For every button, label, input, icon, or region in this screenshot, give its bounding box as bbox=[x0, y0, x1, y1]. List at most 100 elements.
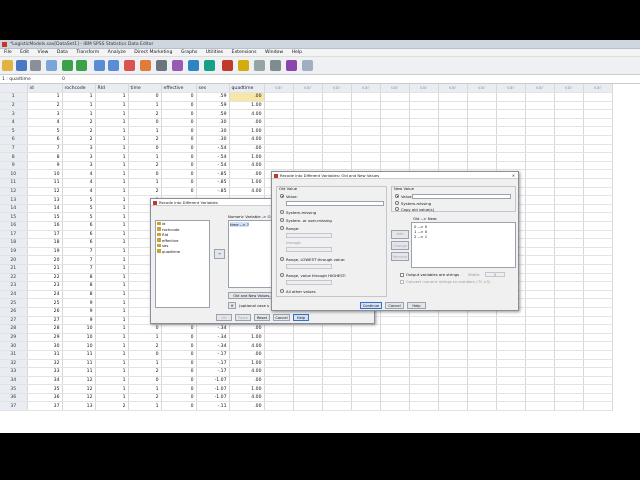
show-all-variables-icon[interactable] bbox=[286, 60, 297, 71]
data-cell[interactable] bbox=[380, 350, 410, 360]
data-cell[interactable] bbox=[554, 401, 584, 412]
data-cell[interactable] bbox=[496, 384, 526, 394]
range-lowest-input[interactable] bbox=[286, 264, 332, 269]
data-cell[interactable]: 1 bbox=[95, 393, 129, 403]
data-cell[interactable]: 10 bbox=[62, 333, 96, 343]
data-cell[interactable]: 1 bbox=[128, 333, 162, 343]
data-cell[interactable] bbox=[264, 341, 294, 351]
empty-variable-header[interactable]: var bbox=[554, 84, 584, 94]
data-cell[interactable] bbox=[409, 367, 439, 377]
data-cell[interactable]: 7 bbox=[62, 247, 96, 257]
data-cell[interactable]: 0 bbox=[161, 401, 197, 412]
data-cell[interactable]: .30 bbox=[196, 118, 230, 128]
data-cell[interactable] bbox=[264, 161, 294, 171]
data-cell[interactable] bbox=[322, 101, 352, 111]
data-cell[interactable] bbox=[583, 247, 613, 257]
data-cell[interactable] bbox=[322, 118, 352, 128]
data-cell[interactable] bbox=[554, 161, 584, 171]
data-cell[interactable] bbox=[264, 376, 294, 386]
data-cell[interactable] bbox=[525, 341, 555, 351]
data-cell[interactable]: 0 bbox=[161, 109, 197, 119]
data-cell[interactable]: 2 bbox=[62, 118, 96, 128]
data-cell[interactable] bbox=[322, 152, 352, 162]
data-cell[interactable] bbox=[322, 161, 352, 171]
data-cell[interactable]: 1 bbox=[95, 109, 129, 119]
cell-value[interactable]: 0 bbox=[62, 76, 65, 84]
data-cell[interactable]: 0 bbox=[128, 118, 162, 128]
data-cell[interactable] bbox=[264, 401, 294, 412]
data-cell[interactable] bbox=[525, 152, 555, 162]
find-icon[interactable] bbox=[156, 60, 167, 71]
data-cell[interactable] bbox=[293, 341, 323, 351]
use-sets-icon[interactable] bbox=[270, 60, 281, 71]
new-value-input[interactable] bbox=[412, 194, 511, 199]
data-cell[interactable] bbox=[554, 255, 584, 265]
data-cell[interactable] bbox=[496, 401, 526, 412]
data-cell[interactable] bbox=[583, 135, 613, 145]
data-cell[interactable] bbox=[496, 367, 526, 377]
data-cell[interactable]: 14 bbox=[27, 204, 63, 214]
data-cell[interactable]: 1 bbox=[62, 92, 96, 102]
data-cell[interactable] bbox=[525, 376, 555, 386]
menu-direct-marketing[interactable]: Direct Marketing bbox=[134, 49, 172, 57]
data-cell[interactable] bbox=[409, 359, 439, 369]
mapping-item[interactable]: time --> ? bbox=[230, 222, 249, 227]
data-cell[interactable] bbox=[409, 384, 439, 394]
system-missing-radio[interactable] bbox=[280, 210, 284, 214]
range-to-input[interactable] bbox=[286, 247, 332, 252]
empty-variable-header[interactable]: var bbox=[380, 84, 410, 94]
data-cell[interactable]: 12 bbox=[62, 384, 96, 394]
row-number[interactable]: 23 bbox=[0, 281, 28, 291]
data-cell[interactable] bbox=[351, 401, 381, 412]
data-cell[interactable]: 0 bbox=[161, 367, 197, 377]
data-cell[interactable] bbox=[525, 367, 555, 377]
data-cell[interactable] bbox=[322, 324, 352, 334]
menu-file[interactable]: File bbox=[4, 49, 12, 57]
data-cell[interactable] bbox=[322, 109, 352, 119]
data-cell[interactable]: 3 bbox=[27, 109, 63, 119]
data-cell[interactable]: -.34 bbox=[196, 324, 230, 334]
data-cell[interactable]: 1 bbox=[128, 152, 162, 162]
data-cell[interactable] bbox=[554, 341, 584, 351]
row-number[interactable]: 36 bbox=[0, 393, 28, 403]
data-cell[interactable] bbox=[351, 126, 381, 137]
data-cell[interactable] bbox=[554, 359, 584, 369]
data-cell[interactable]: 0 bbox=[161, 118, 197, 128]
data-cell[interactable]: 1 bbox=[95, 307, 129, 317]
data-cell[interactable] bbox=[380, 126, 410, 137]
data-cell[interactable] bbox=[583, 367, 613, 377]
data-cell[interactable]: 2 bbox=[128, 341, 162, 351]
data-cell[interactable] bbox=[322, 126, 352, 137]
data-cell[interactable] bbox=[380, 376, 410, 386]
data-cell[interactable] bbox=[496, 92, 526, 102]
data-cell[interactable] bbox=[554, 92, 584, 102]
data-cell[interactable]: 1 bbox=[128, 384, 162, 394]
data-cell[interactable]: 1 bbox=[95, 144, 129, 154]
data-cell[interactable] bbox=[583, 298, 613, 308]
data-cell[interactable]: 0 bbox=[161, 152, 197, 162]
data-cell[interactable] bbox=[496, 161, 526, 171]
data-cell[interactable]: 1 bbox=[95, 341, 129, 351]
data-cell[interactable] bbox=[496, 118, 526, 128]
row-number[interactable]: 37 bbox=[0, 401, 28, 412]
data-cell[interactable]: .30 bbox=[196, 135, 230, 145]
move-arrow-button[interactable]: ➜ bbox=[214, 249, 225, 259]
data-cell[interactable] bbox=[264, 359, 294, 369]
cancel-button[interactable]: Cancel bbox=[273, 314, 290, 321]
data-cell[interactable]: 0 bbox=[161, 187, 197, 197]
old-value-radio[interactable] bbox=[280, 194, 284, 198]
row-number[interactable]: 3 bbox=[0, 109, 28, 119]
data-cell[interactable]: 23 bbox=[27, 281, 63, 291]
data-cell[interactable] bbox=[525, 169, 555, 180]
data-cell[interactable]: -.54 bbox=[196, 152, 230, 162]
column-header-time[interactable]: time bbox=[128, 84, 162, 94]
row-number[interactable]: 31 bbox=[0, 350, 28, 360]
data-cell[interactable]: 2 bbox=[62, 126, 96, 137]
data-cell[interactable] bbox=[293, 144, 323, 154]
data-cell[interactable] bbox=[525, 92, 555, 102]
data-cell[interactable] bbox=[438, 101, 468, 111]
data-cell[interactable] bbox=[525, 109, 555, 119]
data-cell[interactable]: 13 bbox=[62, 401, 96, 412]
all-other-values-radio[interactable] bbox=[280, 289, 284, 293]
data-cell[interactable] bbox=[583, 195, 613, 205]
